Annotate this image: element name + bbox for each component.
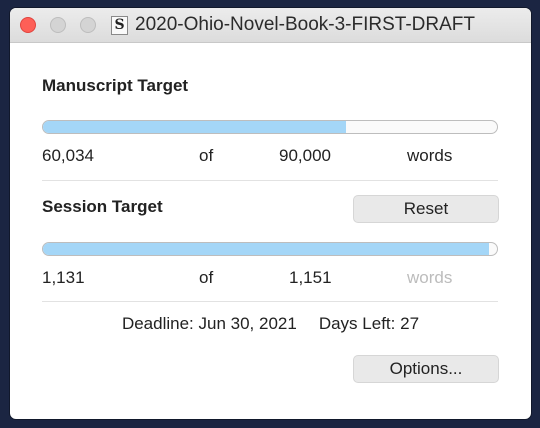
reset-button[interactable]: Reset bbox=[353, 195, 499, 223]
project-targets-window: S 2020-Ohio-Novel-Book-3-FIRST-DRAFT Man… bbox=[10, 8, 531, 419]
deadline-label: Deadline: bbox=[121, 314, 194, 333]
close-window-button[interactable] bbox=[20, 17, 36, 33]
session-target-heading: Session Target bbox=[42, 197, 163, 216]
manuscript-of-label: of bbox=[199, 146, 214, 165]
window-title: 2020-Ohio-Novel-Book-3-FIRST-DRAFT bbox=[135, 14, 475, 35]
zoom-window-button[interactable] bbox=[80, 17, 96, 33]
manuscript-progress-fill bbox=[43, 121, 346, 133]
session-progress-bar bbox=[42, 242, 498, 256]
session-progress-fill bbox=[43, 243, 490, 255]
minimize-window-button[interactable] bbox=[50, 17, 66, 33]
manuscript-progress-bar bbox=[42, 120, 498, 134]
deadline-line: Deadline: Jun 30, 2021 Days Left: 27 bbox=[10, 314, 531, 334]
days-left-value: 27 bbox=[400, 314, 420, 333]
options-button[interactable]: Options... bbox=[353, 355, 499, 383]
session-of-label: of bbox=[199, 268, 214, 287]
days-left-label: Days Left: bbox=[318, 314, 396, 333]
manuscript-current-count: 60,034 bbox=[42, 146, 94, 165]
manuscript-target-heading: Manuscript Target bbox=[42, 76, 189, 95]
session-target-count[interactable]: 1,151 bbox=[289, 268, 332, 288]
section-divider bbox=[42, 301, 498, 302]
manuscript-target-count[interactable]: 90,000 bbox=[279, 146, 331, 166]
session-unit-label: words bbox=[407, 268, 453, 287]
title-bar[interactable]: S 2020-Ohio-Novel-Book-3-FIRST-DRAFT bbox=[10, 8, 531, 43]
scrivener-document-icon: S bbox=[111, 16, 128, 35]
section-divider bbox=[42, 180, 498, 181]
deadline-value: Jun 30, 2021 bbox=[198, 314, 297, 333]
manuscript-unit-label[interactable]: words bbox=[407, 146, 452, 166]
session-current-count: 1,131 bbox=[42, 268, 85, 287]
